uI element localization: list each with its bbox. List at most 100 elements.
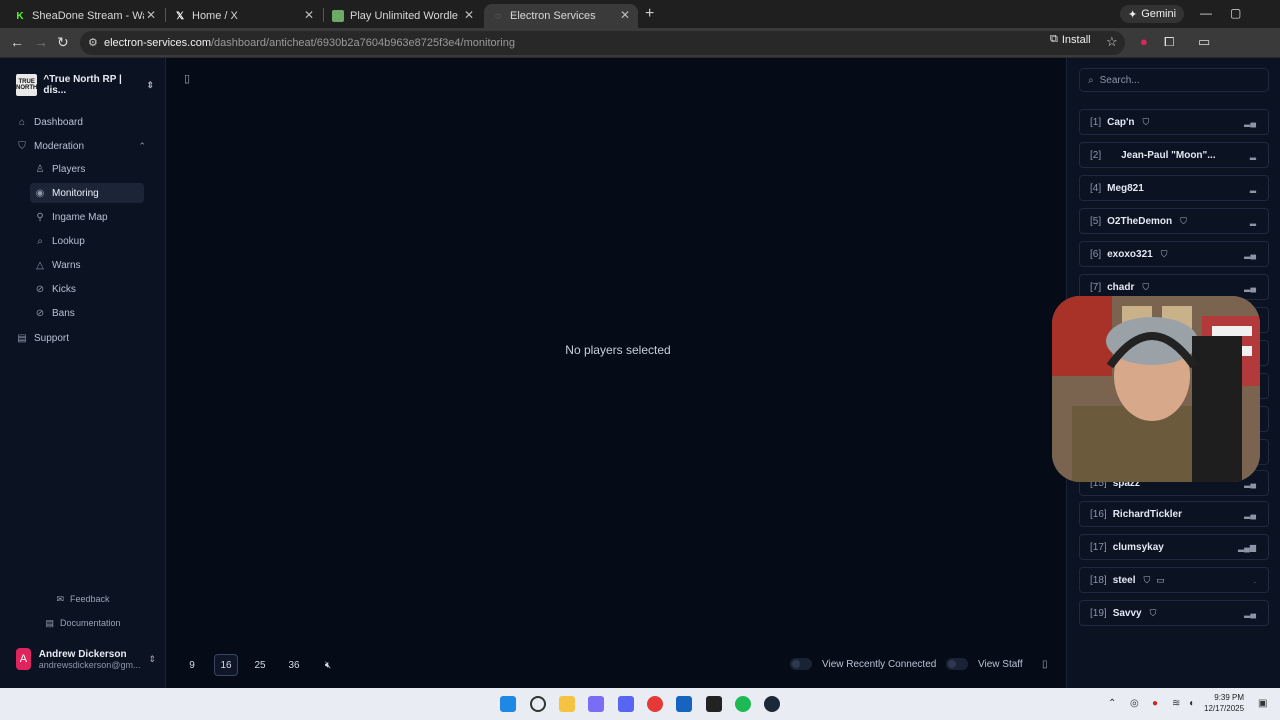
player-name: Meg821 bbox=[1107, 182, 1144, 194]
gemini-button[interactable]: ✦ Gemini bbox=[1120, 5, 1185, 23]
tab-title: Home / X bbox=[192, 10, 238, 22]
address-bar[interactable]: ⚙ electron-services.com/dashboard/antich… bbox=[80, 31, 1125, 55]
player-item[interactable]: [19] Savvy ⛉ ▂▄ bbox=[1079, 600, 1269, 626]
toggle-switch[interactable] bbox=[790, 658, 812, 670]
tray-chevron-icon[interactable]: ⌃ bbox=[1108, 698, 1116, 709]
sidebar-item-dashboard[interactable]: ⌂ Dashboard bbox=[16, 112, 146, 132]
file-explorer-icon[interactable] bbox=[559, 696, 575, 712]
signal-icon: ▂ bbox=[1249, 151, 1256, 160]
player-item[interactable]: [17] clumsykay ▂▄▆ bbox=[1079, 534, 1269, 560]
forward-icon[interactable]: → bbox=[34, 34, 48, 50]
install-label: Install bbox=[1061, 33, 1091, 46]
chevron-up-icon: ⌃ bbox=[138, 140, 146, 151]
taskbar: ⌃ ◎ ● ≋ ◖ 9:39 PM 12/17/2025 ▣ bbox=[0, 688, 1280, 720]
chrome-icon[interactable] bbox=[647, 696, 663, 712]
sidebar-item-moderation[interactable]: ⛉ Moderation ⌃ bbox=[16, 136, 146, 156]
url-path: /dashboard/anticheat/6930b2a7604b963e872… bbox=[210, 37, 515, 49]
tab-wordle[interactable]: Play Unlimited Wordle ✕ bbox=[324, 4, 482, 28]
documentation-link[interactable]: ▤ Documentation bbox=[0, 618, 166, 629]
close-icon[interactable]: ✕ bbox=[464, 8, 474, 22]
staff-shield-icon: ⛉ bbox=[1149, 607, 1157, 618]
network-icon[interactable]: ◎ bbox=[1130, 698, 1139, 709]
user-menu[interactable]: A Andrew Dickerson andrewsdickerson@gm..… bbox=[16, 648, 156, 670]
player-name: clumsykay bbox=[1112, 541, 1164, 553]
grid-16-button[interactable]: 16 bbox=[214, 654, 238, 676]
webcam-image bbox=[1052, 296, 1260, 482]
wifi-icon[interactable]: ≋ bbox=[1172, 698, 1180, 709]
wordle-icon bbox=[332, 10, 344, 22]
system-clock[interactable]: 9:39 PM 12/17/2025 bbox=[1204, 692, 1244, 714]
copilot-icon[interactable] bbox=[588, 696, 604, 712]
tab-electron-services[interactable]: ◌ Electron Services ✕ bbox=[484, 4, 638, 28]
player-id: [4] bbox=[1090, 182, 1102, 194]
player-item[interactable]: [18] steel ⛉ ▭ . bbox=[1079, 567, 1269, 593]
reload-icon[interactable]: ↻ bbox=[57, 34, 69, 51]
view-staff-toggle[interactable]: View Staff bbox=[946, 658, 1023, 670]
sidebar-item-kicks[interactable]: ⊘ Kicks bbox=[30, 279, 144, 299]
player-item[interactable]: [1] Cap'n ⛉ ▂▄ bbox=[1079, 109, 1269, 135]
tab-home-x[interactable]: 𝕏 Home / X ✕ bbox=[166, 4, 322, 28]
tab-sheadone-stream[interactable]: K SheaDone Stream - Watch Live ✕ bbox=[6, 4, 164, 28]
grid-36-button[interactable]: 36 bbox=[282, 654, 306, 676]
extension-icon[interactable]: ● bbox=[1140, 34, 1148, 49]
windows-start-icon[interactable] bbox=[500, 696, 516, 712]
split-view-icon[interactable]: ▭ bbox=[1198, 34, 1210, 50]
search-input[interactable]: ⌕ Search... bbox=[1079, 68, 1269, 92]
sidebar-item-support[interactable]: ▤ Support bbox=[16, 328, 146, 348]
sidebar-item-bans[interactable]: ⊘ Bans bbox=[30, 303, 144, 323]
bookmark-star-icon[interactable]: ☆ bbox=[1106, 34, 1118, 50]
warning-icon: △ bbox=[36, 259, 44, 271]
sidebar-item-warns[interactable]: △ Warns bbox=[30, 255, 144, 275]
sidebar-item-label: Dashboard bbox=[34, 116, 83, 128]
microphone-icon[interactable]: ● bbox=[1152, 698, 1158, 709]
spotify-icon[interactable] bbox=[735, 696, 751, 712]
sidebar-item-players[interactable]: ♙ Players bbox=[30, 159, 144, 179]
player-id: [16] bbox=[1090, 508, 1107, 520]
player-item[interactable]: [6] exoxo321 ⛉ ▂▄ bbox=[1079, 241, 1269, 267]
sidebar-item-ingame-map[interactable]: ⚲ Ingame Map bbox=[30, 207, 144, 227]
site-settings-icon[interactable]: ⚙ bbox=[88, 36, 98, 49]
maximize-icon[interactable]: ▢ bbox=[1230, 6, 1241, 20]
staff-shield-icon: ⛉ bbox=[1160, 248, 1168, 259]
volume-icon[interactable]: ◖ bbox=[1188, 698, 1194, 709]
app-icon[interactable] bbox=[676, 696, 692, 712]
sidebar-toggle-icon[interactable]: ▯ bbox=[184, 72, 190, 85]
new-tab-icon[interactable]: + bbox=[645, 5, 654, 23]
player-item[interactable]: [16] RichardTickler ▂▄ bbox=[1079, 501, 1269, 527]
terminal-icon[interactable] bbox=[706, 696, 722, 712]
eye-icon: ◉ bbox=[35, 187, 45, 199]
back-icon[interactable]: ← bbox=[10, 34, 24, 50]
extensions-puzzle-icon[interactable]: ⧠ bbox=[1164, 34, 1174, 50]
sidebar: TRUE NORTH ^True North RP | dis... ⇕ ⌂ Da… bbox=[0, 58, 166, 688]
user-email: andrewsdickerson@gm... bbox=[38, 659, 141, 670]
search-icon: ⌕ bbox=[1088, 74, 1094, 86]
feedback-link[interactable]: ✉ Feedback bbox=[0, 594, 166, 605]
kick-icon: K bbox=[16, 10, 24, 22]
discord-icon[interactable] bbox=[618, 696, 634, 712]
close-icon[interactable]: ✕ bbox=[146, 8, 156, 22]
player-item[interactable]: [4] Meg821 ▂ bbox=[1079, 175, 1269, 201]
sidebar-item-monitoring[interactable]: ◉ Monitoring bbox=[30, 183, 144, 203]
search-icon[interactable] bbox=[530, 696, 546, 712]
sidebar-item-label: Bans bbox=[52, 307, 75, 319]
view-recently-connected-toggle[interactable]: View Recently Connected bbox=[790, 658, 936, 670]
player-item[interactable]: [5] O2TheDemon ⛉ ▂ bbox=[1079, 208, 1269, 234]
install-button[interactable]: ⧉ Install bbox=[1050, 33, 1091, 46]
panel-toggle-icon[interactable]: ▯ bbox=[1042, 659, 1048, 670]
close-icon[interactable]: ✕ bbox=[620, 8, 630, 22]
grid-25-button[interactable]: 25 bbox=[248, 654, 272, 676]
player-item[interactable]: [2] Jean-Paul "Moon"... ▂ bbox=[1079, 142, 1269, 168]
toggle-switch[interactable] bbox=[946, 658, 968, 670]
player-name: Jean-Paul "Moon"... bbox=[1121, 149, 1216, 161]
tab-title: SheaDone Stream - Watch Live bbox=[32, 10, 144, 22]
player-id: [2] bbox=[1090, 149, 1102, 161]
sidebar-item-lookup[interactable]: ⌕ Lookup bbox=[30, 231, 144, 251]
steam-icon[interactable] bbox=[764, 696, 780, 712]
minimize-icon[interactable]: — bbox=[1200, 6, 1212, 20]
organization-switcher[interactable]: TRUE NORTH ^True North RP | dis... ⇕ bbox=[16, 74, 154, 96]
grid-9-button[interactable]: 9 bbox=[180, 654, 204, 676]
sidebar-item-label: Warns bbox=[52, 259, 81, 271]
notification-bell-icon[interactable]: ▣ bbox=[1258, 698, 1267, 709]
mute-icon[interactable]: 🔇︎ bbox=[316, 654, 340, 676]
close-icon[interactable]: ✕ bbox=[304, 8, 314, 22]
